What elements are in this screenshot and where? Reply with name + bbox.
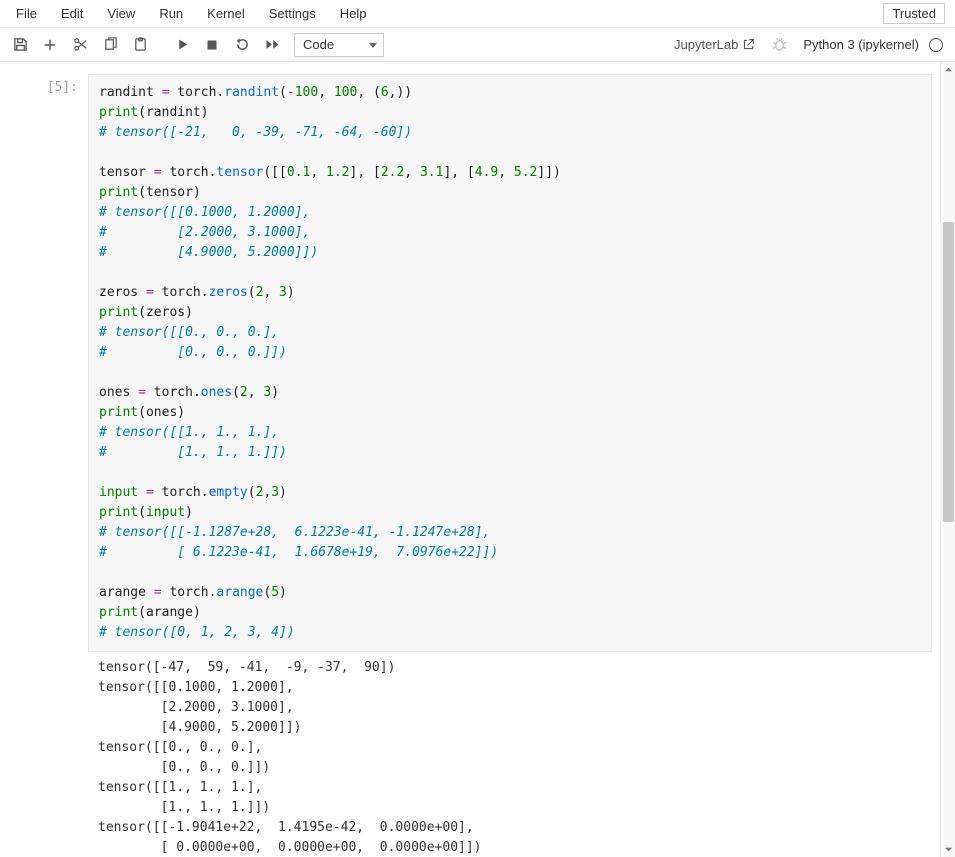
- kernel-status-idle-icon[interactable]: [929, 38, 943, 52]
- save-icon: [13, 37, 28, 52]
- save-button[interactable]: [6, 31, 34, 59]
- kernel-name[interactable]: Python 3 (ipykernel): [803, 37, 919, 52]
- copy-button[interactable]: [96, 31, 124, 59]
- menu-view[interactable]: View: [95, 2, 147, 25]
- notebook-area: [5]: randint = torch.randint(-100, 100, …: [0, 62, 955, 857]
- scroll-down-button[interactable]: [941, 842, 955, 857]
- cell-type-select[interactable]: Code: [294, 33, 384, 57]
- cell-output: tensor([-47, 59, -41, -9, -37, 90]) tens…: [88, 652, 932, 857]
- chevron-down-icon: [944, 845, 953, 854]
- chevron-up-icon: [944, 65, 953, 74]
- cut-button[interactable]: [66, 31, 94, 59]
- trusted-indicator[interactable]: Trusted: [883, 3, 945, 24]
- plus-icon: [43, 38, 57, 52]
- restart-run-all-button[interactable]: [258, 31, 286, 59]
- menu-help[interactable]: Help: [328, 2, 379, 25]
- menubar: File Edit View Run Kernel Settings Help …: [0, 0, 955, 28]
- paste-button[interactable]: [126, 31, 154, 59]
- external-link-icon: [742, 38, 755, 51]
- cell-type-value: Code: [303, 37, 334, 52]
- restart-icon: [235, 37, 250, 52]
- stop-icon: [206, 39, 218, 51]
- menu-settings[interactable]: Settings: [257, 2, 328, 25]
- menu-file[interactable]: File: [4, 2, 49, 25]
- input-prompt: [5]:: [8, 74, 88, 95]
- scissors-icon: [73, 37, 88, 52]
- jupyterlab-label: JupyterLab: [674, 37, 738, 52]
- toolbar: Code JupyterLab Python 3 (ipykernel): [0, 28, 955, 62]
- open-jupyterlab-link[interactable]: JupyterLab: [674, 37, 755, 52]
- copy-icon: [103, 37, 118, 52]
- restart-button[interactable]: [228, 31, 256, 59]
- menu-run[interactable]: Run: [147, 2, 195, 25]
- run-button[interactable]: [168, 31, 196, 59]
- interrupt-button[interactable]: [198, 31, 226, 59]
- menu-kernel[interactable]: Kernel: [195, 2, 257, 25]
- play-icon: [176, 38, 189, 51]
- fast-forward-icon: [265, 38, 280, 51]
- bug-icon: [772, 37, 787, 52]
- scrollbar-thumb[interactable]: [943, 222, 954, 522]
- vertical-scrollbar[interactable]: [940, 62, 955, 857]
- insert-cell-button[interactable]: [36, 31, 64, 59]
- menu-edit[interactable]: Edit: [49, 2, 95, 25]
- code-editor[interactable]: randint = torch.randint(-100, 100, (6,))…: [88, 74, 932, 652]
- clipboard-icon: [133, 37, 148, 52]
- debugger-button[interactable]: [765, 31, 793, 59]
- code-cell[interactable]: [5]: randint = torch.randint(-100, 100, …: [8, 74, 932, 652]
- scroll-up-button[interactable]: [941, 62, 955, 77]
